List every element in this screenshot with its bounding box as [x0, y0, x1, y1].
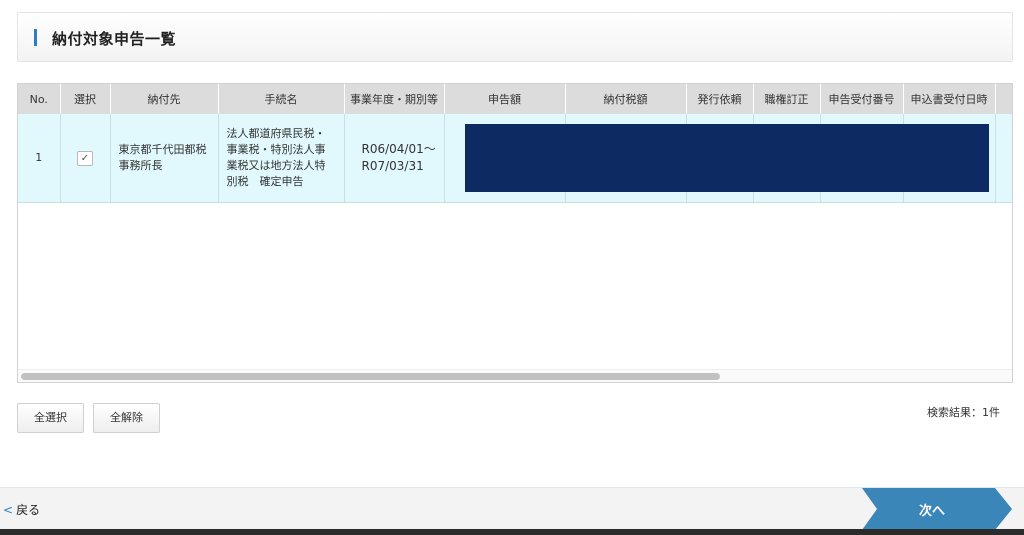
col-header-tax-amount[interactable]: 納付税額 — [565, 84, 687, 114]
back-button[interactable]: < 戻る — [3, 501, 40, 518]
col-header-application-datetime[interactable]: 申込書受付日時 — [903, 84, 996, 114]
col-header-select[interactable]: 選択 — [60, 84, 111, 114]
col-header-receipt-number[interactable]: 申告受付番号 — [820, 84, 904, 114]
select-all-button[interactable]: 全選択 — [17, 403, 84, 433]
declaration-table-container: No. 選択 納付先 手続名 事業年度・期別等 申告額 納付税額 発行依頼 職権… — [17, 83, 1013, 383]
search-result-count: 検索結果：1件 — [927, 406, 1000, 419]
chevron-left-icon: < — [3, 503, 14, 517]
section-accent-bar — [34, 29, 37, 46]
cell-special — [995, 114, 1012, 203]
section-header: 納付対象申告一覧 — [17, 12, 1013, 62]
cell-period: R06/04/01～R07/03/31 — [344, 114, 445, 203]
table-header-row: No. 選択 納付先 手続名 事業年度・期別等 申告額 納付税額 発行依頼 職権… — [18, 84, 1012, 114]
col-header-issue-request[interactable]: 発行依頼 — [686, 84, 754, 114]
col-header-declared-amount[interactable]: 申告額 — [444, 84, 566, 114]
scrollbar-thumb[interactable] — [21, 373, 720, 380]
row-select-checkbox[interactable]: ✓ — [77, 150, 93, 166]
deselect-all-button[interactable]: 全解除 — [93, 403, 160, 433]
cell-procedure: 法人都道府県民税・事業税・特別法人事業税又は地方法人特別税 確定申告 — [218, 114, 345, 203]
cell-recipient: 東京都千代田都税事務所長 — [110, 114, 219, 203]
footer-nav: < 戻る 次へ — [0, 487, 1024, 530]
cell-select: ✓ — [60, 114, 111, 203]
next-button[interactable]: 次へ — [862, 488, 1012, 530]
col-header-special[interactable]: 特 — [995, 84, 1012, 114]
next-label: 次へ — [918, 504, 945, 519]
redaction-block — [465, 124, 989, 192]
col-header-ex-officio-correction[interactable]: 職権訂正 — [753, 84, 821, 114]
cell-no: 1 — [18, 114, 61, 203]
page: 納付対象申告一覧 No. 選択 納付先 手続名 事業年度・期別等 申告額 納付税… — [0, 0, 1024, 535]
bottom-bar — [0, 529, 1024, 535]
col-header-no[interactable]: No. — [18, 84, 61, 114]
col-header-period[interactable]: 事業年度・期別等 — [344, 84, 445, 114]
col-header-procedure[interactable]: 手続名 — [218, 84, 345, 114]
horizontal-scrollbar[interactable] — [18, 369, 1012, 382]
back-label: 戻る — [16, 503, 41, 517]
section-title: 納付対象申告一覧 — [52, 30, 177, 48]
col-header-recipient[interactable]: 納付先 — [110, 84, 219, 114]
